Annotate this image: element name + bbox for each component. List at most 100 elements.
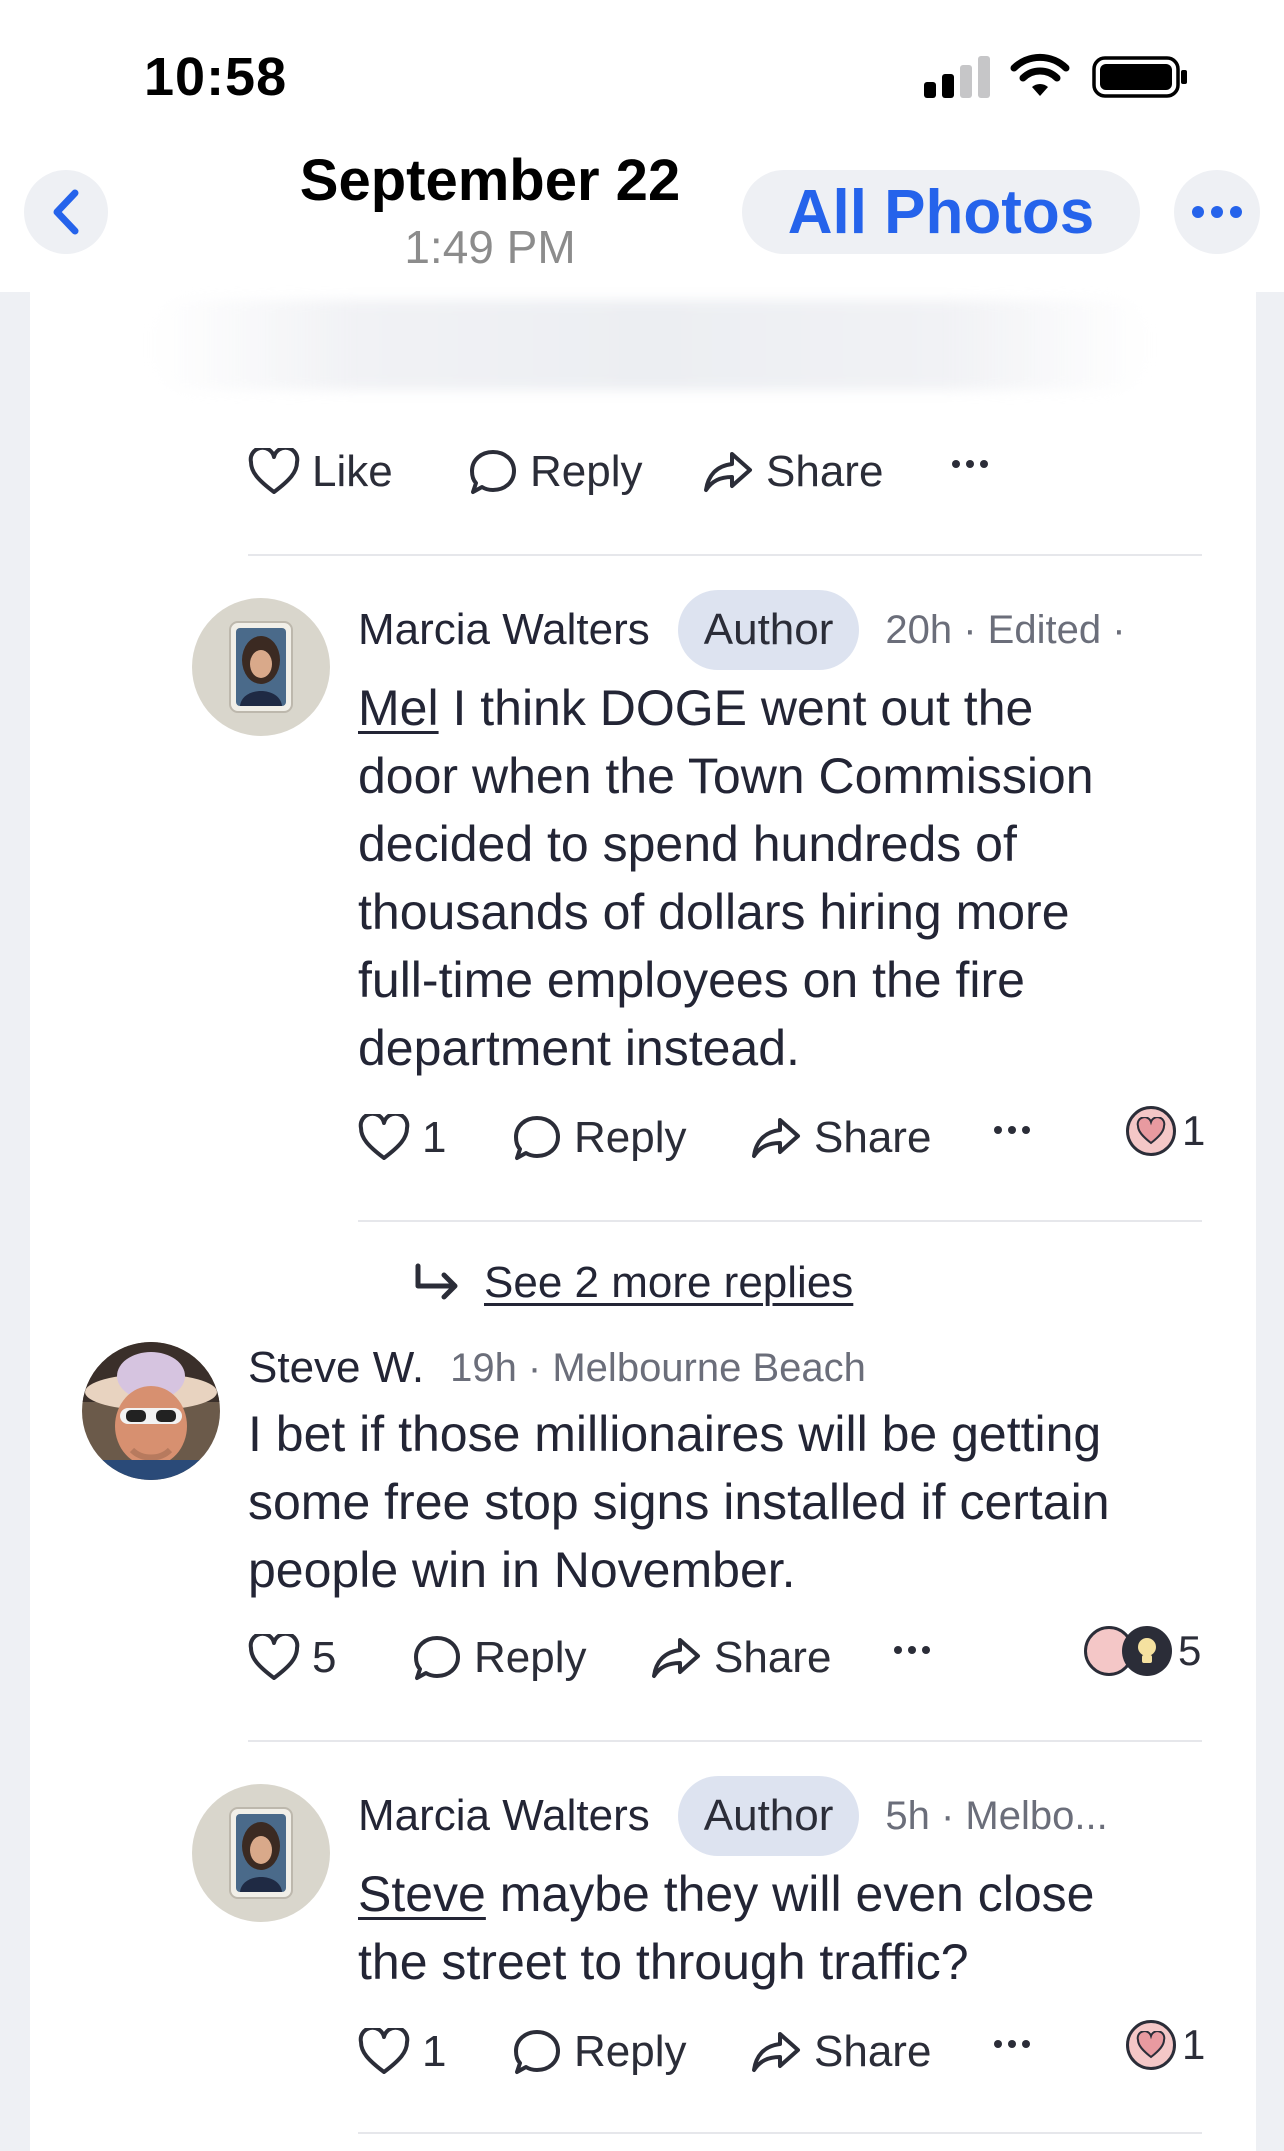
comment-header: Steve W. 19h · Melbourne Beach (248, 1342, 866, 1394)
more-actions-button[interactable] (992, 2024, 1032, 2074)
reply-label: Reply (474, 1633, 587, 1682)
comment-line: department instead. (358, 1020, 800, 1076)
avatar[interactable] (192, 1784, 330, 1922)
see-more-replies-link[interactable]: See 2 more replies (412, 1258, 853, 1308)
share-arrow-icon (652, 1638, 700, 1678)
reply-bubble-icon (470, 450, 516, 494)
reply-label: Reply (530, 447, 643, 496)
status-time: 10:58 (144, 47, 288, 107)
share-arrow-icon (752, 2032, 800, 2072)
reaction-count: 5 (1178, 1627, 1202, 1674)
divider (248, 554, 1202, 556)
comment-body: Steve maybe they will even close the str… (358, 1860, 1198, 1996)
mention-link[interactable]: Mel (358, 680, 439, 736)
share-label: Share (814, 2027, 932, 2076)
commenter-name[interactable]: Steve W. (248, 1343, 424, 1393)
share-arrow-icon (752, 1118, 800, 1158)
ellipsis-icon (994, 2040, 1030, 2048)
reaction-summary[interactable]: 1 (1126, 1106, 1205, 1156)
lightbulb-icon (1122, 1626, 1172, 1676)
share-button[interactable]: Share (750, 1108, 931, 1168)
battery-icon (1092, 56, 1187, 98)
reply-bubble-icon (514, 1116, 560, 1160)
share-arrow-icon (704, 452, 752, 492)
photo-date: September 22 (299, 148, 681, 213)
all-photos-button[interactable]: All Photos (742, 170, 1140, 254)
avatar[interactable] (82, 1342, 220, 1480)
photo-header: September 22 1:49 PM All Photos (0, 140, 1284, 292)
like-button[interactable]: Like (248, 442, 393, 502)
reply-bubble-icon (514, 2030, 560, 2074)
comment-line: the street to through traffic? (358, 1934, 969, 1990)
divider (358, 1220, 1202, 1222)
avatar-image (192, 1784, 330, 1922)
comment-line: people win in November. (248, 1542, 796, 1598)
heart-icon (248, 448, 300, 494)
comment-actions: 1 Reply Share (358, 1108, 1208, 1168)
post-actions: Like Reply Share (248, 442, 1008, 502)
see-more-replies-label: See 2 more replies (484, 1258, 854, 1307)
wifi-icon (1010, 53, 1070, 96)
share-button[interactable]: Share (702, 442, 883, 502)
reply-arrow-icon (415, 1263, 458, 1300)
comment-line: full-time employees on the fire (358, 952, 1025, 1008)
comment-line: I think DOGE went out the (438, 680, 1034, 736)
blurred-text (150, 300, 1150, 390)
comment-meta: 5h · Melbo... (885, 1793, 1108, 1838)
comment-line: decided to spend hundreds of (358, 816, 1017, 872)
comment-header: Marcia Walters Author 20h · Edited · (358, 590, 1126, 670)
more-actions-button[interactable] (992, 1110, 1032, 1160)
chevron-left-icon (53, 189, 79, 235)
comment-meta: 20h · Edited · (885, 607, 1126, 652)
back-button[interactable] (24, 170, 108, 254)
share-button[interactable]: Share (650, 1628, 831, 1688)
like-button[interactable]: 1 (358, 1108, 446, 1168)
like-count: 5 (312, 1633, 337, 1682)
comment-line: maybe they will even close (485, 1866, 1095, 1922)
heart-reaction-icon (1126, 2020, 1176, 2070)
reply-button[interactable]: Reply (512, 1108, 687, 1168)
reply-label: Reply (574, 1113, 687, 1162)
heart-icon (248, 1634, 300, 1680)
commenter-name[interactable]: Marcia Walters (358, 1791, 650, 1841)
more-actions-button[interactable] (950, 444, 990, 494)
commenter-name[interactable]: Marcia Walters (358, 605, 650, 655)
header-title: September 22 1:49 PM (250, 146, 730, 276)
comment-line: thousands of dollars hiring more (358, 884, 1070, 940)
share-label: Share (814, 1113, 932, 1162)
comment-body: I bet if those millionaires will be gett… (248, 1400, 1208, 1604)
comment-header: Marcia Walters Author 5h · Melbo... (358, 1776, 1108, 1856)
divider (358, 2132, 1202, 2134)
avatar-image (82, 1342, 220, 1480)
more-actions-button[interactable] (892, 1630, 932, 1680)
cellular-signal-icon (924, 56, 990, 98)
heart-icon (358, 1114, 410, 1160)
like-button[interactable]: 5 (248, 1628, 336, 1688)
ellipsis-icon (894, 1646, 930, 1654)
ellipsis-icon (952, 460, 988, 468)
mention-link[interactable]: Steve (358, 1866, 486, 1922)
author-badge: Author (677, 590, 860, 670)
comment-line: some free stop signs installed if certai… (248, 1474, 1110, 1530)
share-label: Share (766, 447, 884, 496)
reaction-summary[interactable]: 5 (1084, 1626, 1201, 1676)
more-options-button[interactable] (1174, 170, 1260, 254)
reaction-summary[interactable]: 1 (1126, 2020, 1205, 2070)
reply-button[interactable]: Reply (512, 2022, 687, 2082)
like-button[interactable]: 1 (358, 2022, 446, 2082)
share-button[interactable]: Share (750, 2022, 931, 2082)
ellipsis-icon (994, 1126, 1030, 1134)
avatar[interactable] (192, 598, 330, 736)
reaction-count: 1 (1182, 1107, 1206, 1154)
reply-button[interactable]: Reply (412, 1628, 587, 1688)
author-badge: Author (677, 1776, 860, 1856)
divider (248, 1740, 1202, 1742)
share-label: Share (714, 1633, 832, 1682)
reply-bubble-icon (414, 1636, 460, 1680)
photo-time: 1:49 PM (404, 221, 576, 273)
like-count: 1 (422, 2027, 447, 2076)
comment-actions: 1 Reply Share (358, 2022, 1208, 2082)
avatar-image (192, 598, 330, 736)
heart-reaction-icon (1126, 1106, 1176, 1156)
reply-button[interactable]: Reply (468, 442, 643, 502)
